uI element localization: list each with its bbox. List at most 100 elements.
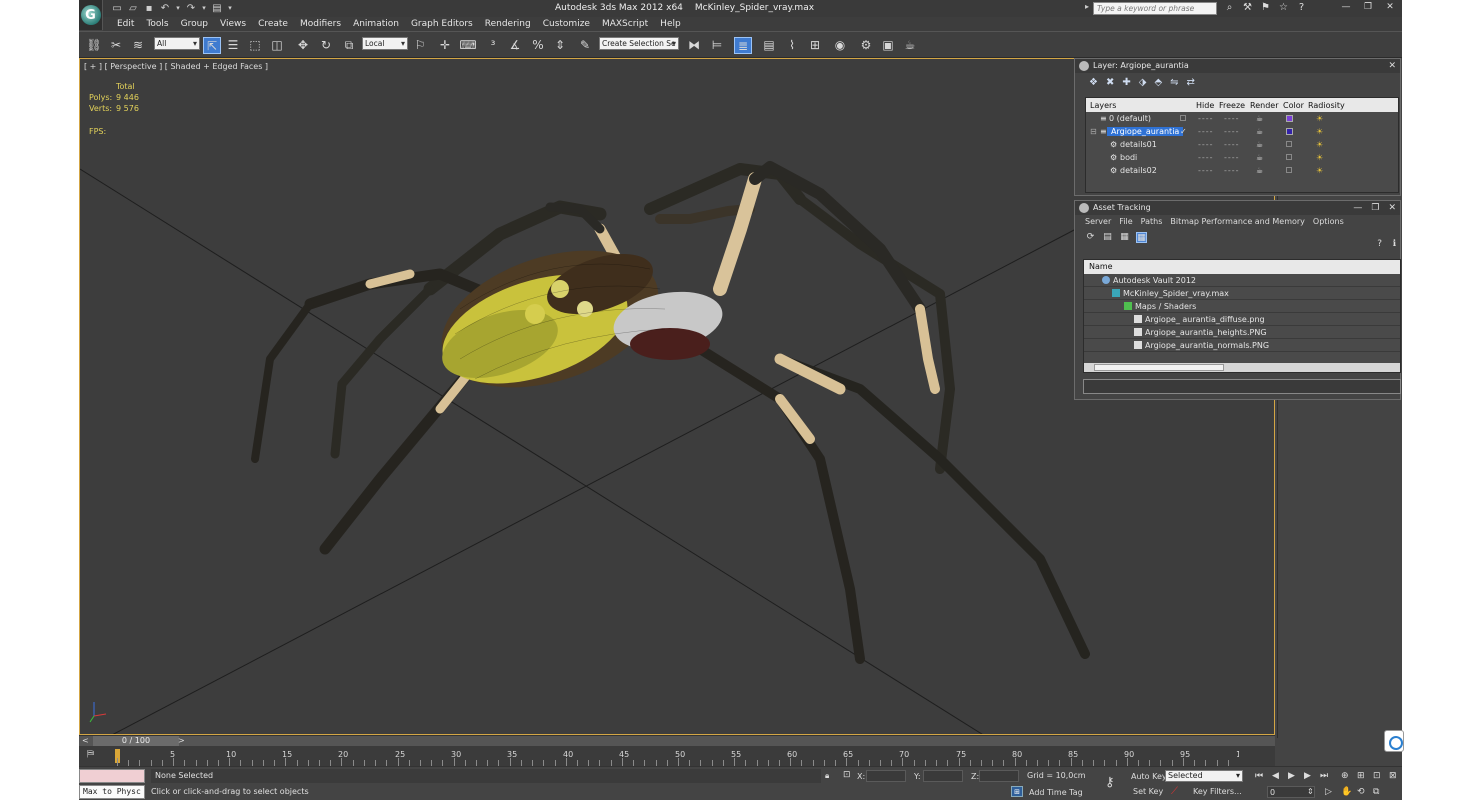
tools-icon[interactable]: ⚒	[1241, 2, 1254, 14]
snaps-toggle-icon[interactable]: ³	[484, 37, 502, 54]
mini-curve-editor-icon[interactable]: ⛿	[87, 749, 94, 760]
asset-menu-server[interactable]: Server	[1085, 217, 1111, 227]
hide-toggle[interactable]: ----	[1198, 114, 1214, 123]
zoom-icon[interactable]: ⊕	[1341, 771, 1349, 781]
asset-row[interactable]: Autodesk Vault 2012	[1084, 274, 1400, 287]
project-dropdown-icon[interactable]: ▾	[227, 3, 233, 14]
select-and-scale-icon[interactable]: ⧉	[340, 37, 358, 54]
zoom-extents-all-icon[interactable]: ⊠	[1389, 771, 1397, 781]
asset-row[interactable]: Argiope_ aurantia_diffuse.png	[1084, 313, 1400, 326]
freeze-toggle[interactable]: ----	[1224, 127, 1240, 136]
asset-horizontal-scrollbar[interactable]	[1084, 363, 1400, 372]
align-icon[interactable]: ⊨	[708, 37, 726, 54]
select-objects-in-layer-icon[interactable]: ⬗	[1139, 77, 1147, 91]
set-key-stroke-icon[interactable]: ⟋	[1171, 786, 1178, 797]
redo-dropdown-icon[interactable]: ▾	[201, 3, 207, 14]
rectangular-selection-icon[interactable]: ⬚	[246, 37, 264, 54]
asset-row[interactable]: Argiope_aurantia_normals.PNG	[1084, 339, 1400, 352]
maxscript-mini-listener[interactable]: Max to Physc	[79, 785, 145, 799]
percent-snap-icon[interactable]: %	[529, 37, 547, 54]
auto-key-button[interactable]: Auto Key	[1131, 772, 1167, 781]
schematic-view-icon[interactable]: ⊞	[806, 37, 824, 54]
field-of-view-icon[interactable]: ▷	[1325, 787, 1332, 797]
layer-color-swatch[interactable]	[1286, 128, 1293, 135]
edit-named-selection-icon[interactable]: ✎	[576, 37, 594, 54]
refresh-icon[interactable]: ⟳	[1085, 232, 1096, 243]
asset-info-icon[interactable]: ℹ	[1393, 239, 1396, 249]
radiosity-icon[interactable]: ☀	[1316, 153, 1323, 162]
play-icon[interactable]: ▶	[1288, 771, 1295, 781]
pivot-center-icon[interactable]: ⚐	[411, 37, 429, 54]
previous-frame-icon[interactable]: ◀	[1272, 771, 1279, 781]
menu-rendering[interactable]: Rendering	[485, 19, 531, 29]
menu-modifiers[interactable]: Modifiers	[300, 19, 341, 29]
menu-group[interactable]: Group	[181, 19, 208, 29]
minimize-icon[interactable]: —	[1338, 1, 1354, 14]
layer-color-swatch[interactable]	[1286, 167, 1292, 173]
asset-help-icon[interactable]: ?	[1377, 239, 1382, 249]
menu-customize[interactable]: Customize	[543, 19, 590, 29]
window-crossing-icon[interactable]: ◫	[268, 37, 286, 54]
layer-row[interactable]: ⚙ details01 ---- ---- ☕ ☀	[1086, 138, 1398, 151]
time-slider-next-icon[interactable]: >	[178, 736, 185, 746]
asset-col-name[interactable]: Name	[1084, 260, 1400, 274]
select-object-icon[interactable]: ⇱	[203, 37, 221, 54]
key-mode-dropdown[interactable]: Selected	[1165, 770, 1243, 782]
asset-menu-bitmap-performance[interactable]: Bitmap Performance and Memory	[1170, 217, 1305, 227]
radiosity-icon[interactable]: ☀	[1316, 166, 1323, 175]
select-and-rotate-icon[interactable]: ↻	[317, 37, 335, 54]
asset-restore-icon[interactable]: ❐	[1371, 201, 1379, 215]
render-teapot-icon[interactable]: ☕	[1256, 114, 1263, 123]
app-menu-button[interactable]: G	[79, 0, 103, 30]
render-teapot-icon[interactable]: ☕	[1256, 153, 1263, 162]
layer-row[interactable]: ⊟ ≡ Argiope_aurantia ✓ ---- ---- ☕ ☀	[1086, 125, 1398, 138]
undo-dropdown-icon[interactable]: ▾	[175, 3, 181, 14]
render-production-icon[interactable]: ☕	[901, 37, 919, 54]
add-to-layer-icon[interactable]: ✚	[1122, 77, 1130, 91]
time-config-icon[interactable]: ⇕	[1307, 787, 1314, 796]
freeze-unfreeze-all-icon[interactable]: ⇄	[1187, 77, 1195, 91]
keyboard-shortcut-icon[interactable]: ⌨	[459, 37, 477, 54]
subscription-icon[interactable]: ⚑	[1259, 2, 1272, 14]
zoom-all-icon[interactable]: ⊞	[1357, 771, 1365, 781]
reference-coord-dropdown[interactable]: Local	[362, 37, 408, 50]
select-and-move-icon[interactable]: ✥	[294, 37, 312, 54]
col-render[interactable]: Render	[1250, 101, 1278, 110]
hide-unhide-all-icon[interactable]: ⇋	[1170, 77, 1178, 91]
highlight-selected-icon[interactable]: ⬘	[1154, 77, 1162, 91]
maxscript-listener-swatch[interactable]	[79, 769, 145, 783]
asset-row[interactable]: Maps / Shaders	[1084, 300, 1400, 313]
teamviewer-side-button[interactable]	[1384, 730, 1404, 752]
current-layer-box[interactable]	[1180, 115, 1186, 121]
render-teapot-icon[interactable]: ☕	[1256, 166, 1263, 175]
render-teapot-icon[interactable]: ☕	[1256, 140, 1263, 149]
search-input[interactable]: Type a keyword or phrase	[1093, 2, 1217, 15]
hide-toggle[interactable]: ----	[1198, 127, 1214, 136]
add-time-tag[interactable]: Add Time Tag	[1029, 788, 1083, 797]
collapse-icon[interactable]: ⊟	[1090, 127, 1097, 136]
select-and-link-icon[interactable]: ⛓	[85, 37, 103, 54]
y-coordinate-field[interactable]	[923, 770, 963, 782]
spinner-snap-icon[interactable]: ⇕	[551, 37, 569, 54]
layer-color-swatch[interactable]	[1286, 115, 1293, 122]
track-bar[interactable]: ⛿ 5 10 15 20 25 30 35 40 45 50 55 60 65 70 75 80 85 90 95 1…	[79, 746, 1275, 766]
bind-space-warp-icon[interactable]: ≋	[129, 37, 147, 54]
layer-color-swatch[interactable]	[1286, 154, 1292, 160]
radiosity-icon[interactable]: ☀	[1316, 140, 1323, 149]
asset-menu-paths[interactable]: Paths	[1141, 217, 1163, 227]
x-coordinate-field[interactable]	[866, 770, 906, 782]
asset-row[interactable]: Argiope_aurantia_heights.PNG	[1084, 326, 1400, 339]
hide-toggle[interactable]: ----	[1198, 166, 1214, 175]
layer-manager-icon[interactable]: ≣	[734, 37, 752, 54]
save-file-icon[interactable]: ▪	[143, 3, 155, 14]
asset-minimize-icon[interactable]: —	[1353, 201, 1362, 215]
menu-tools[interactable]: Tools	[146, 19, 168, 29]
list-view-icon[interactable]: ▤	[1102, 232, 1113, 243]
mirror-icon[interactable]: ⧓	[685, 37, 703, 54]
col-freeze[interactable]: Freeze	[1219, 101, 1245, 110]
time-slider-thumb[interactable]: 0 / 100	[93, 736, 179, 746]
menu-maxscript[interactable]: MAXScript	[602, 19, 648, 29]
asset-row[interactable]: McKinley_Spider_vray.max	[1084, 287, 1400, 300]
thumbnail-view-icon[interactable]: ▦	[1119, 232, 1130, 243]
restore-icon[interactable]: ❐	[1360, 1, 1376, 14]
